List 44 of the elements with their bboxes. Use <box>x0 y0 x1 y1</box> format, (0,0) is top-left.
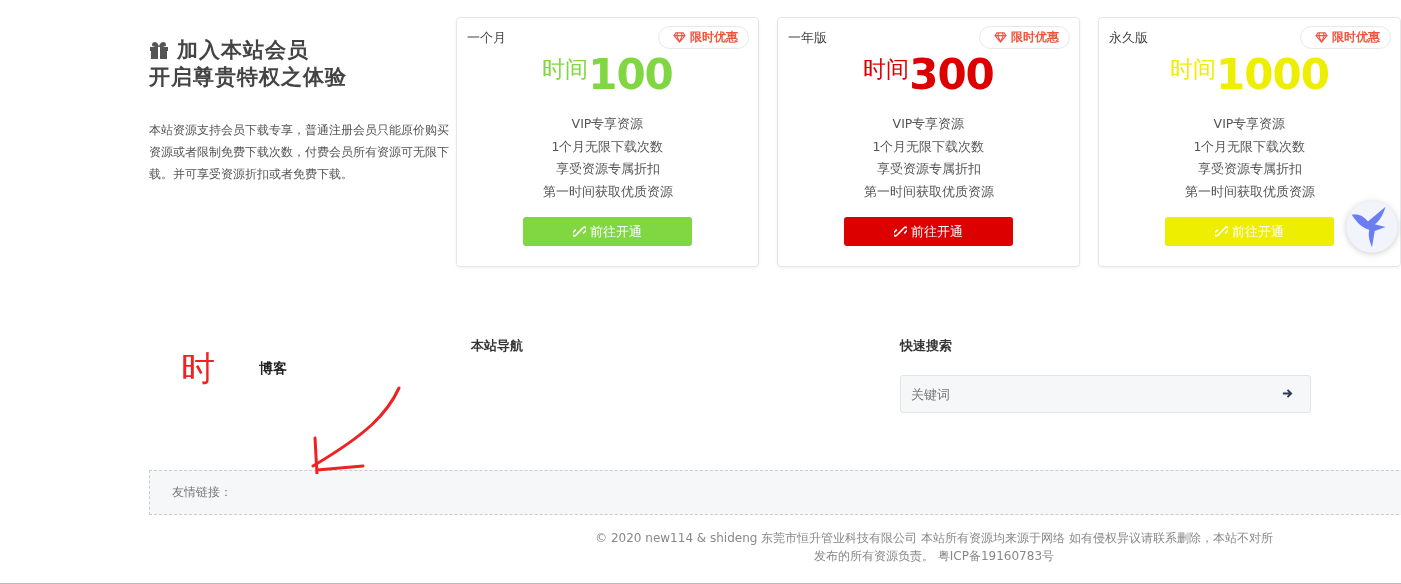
price-value: 1000 <box>1216 51 1329 99</box>
arrow-right-icon[interactable] <box>1282 388 1293 399</box>
feature-text: 第一时间获取优质资源 <box>542 182 673 201</box>
feature-text: 1个月无限下载次数 <box>871 137 986 156</box>
price-value: 300 <box>909 51 994 99</box>
search-field[interactable]: 关键词 <box>900 375 1311 413</box>
logo-mark: 时 <box>181 347 215 390</box>
intro-title: 加入本站会员 <box>177 37 310 64</box>
search-title: 快速搜索 <box>900 338 953 355</box>
diamond-icon <box>994 32 1007 43</box>
nav-title: 本站导航 <box>471 338 524 355</box>
feature-text: VIP专享资源 <box>891 115 966 133</box>
price-label: 时间 <box>863 55 910 84</box>
feature-text: VIP专享资源 <box>570 115 645 133</box>
bird-app-icon[interactable] <box>1345 200 1399 254</box>
intro-title: 开启尊贵特权之体验 <box>149 64 347 91</box>
feature-text: 享受资源专属折扣 <box>554 160 661 178</box>
link-icon <box>1215 225 1228 238</box>
subscribe-button[interactable]: 前往开通 <box>844 217 1013 246</box>
price-label: 时间 <box>542 55 589 84</box>
feature-text: 享受资源专属折扣 <box>875 160 982 178</box>
feature-text: 享受资源专属折扣 <box>1196 160 1303 178</box>
links-label: 友情链接： <box>172 484 232 501</box>
copyright-text: © 2020 new114 & shideng 东莞市恒升管业科技有限公司 本站所有资源均来源于网络 如有侵权异议请联系删除，本站不对所 <box>594 530 1274 547</box>
plan-name: 一个月 <box>467 28 506 47</box>
link-icon <box>573 225 586 238</box>
diamond-icon <box>1315 32 1328 43</box>
plan-name: 永久版 <box>1109 28 1148 47</box>
subscribe-button[interactable]: 前往开通 <box>1165 217 1334 246</box>
feature-text: 第一时间获取优质资源 <box>1184 182 1315 201</box>
gift-icon <box>149 41 169 59</box>
feature-text: 1个月无限下载次数 <box>550 137 665 156</box>
feature-text: 第一时间获取优质资源 <box>863 182 994 201</box>
subscribe-button[interactable]: 前往开通 <box>523 217 692 246</box>
price-label: 时间 <box>1170 55 1217 84</box>
copyright-text: 发布的所有资源负责。 粤ICP备19160783号 <box>812 548 1055 565</box>
logo-text: 博客 <box>259 360 287 378</box>
feature-text: 1个月无限下载次数 <box>1192 137 1307 156</box>
diamond-icon <box>673 32 686 43</box>
plan-name: 一年版 <box>788 28 827 47</box>
price-value: 100 <box>588 51 673 99</box>
intro-description: 本站资源支持会员下载专享，普通注册会员只能原价购买资源或者限制免费下载次数，付费会员所有资源可无限下载。并可享受资源折扣或者免费下载。 <box>149 122 449 183</box>
feature-text: VIP专享资源 <box>1212 115 1287 133</box>
link-icon <box>894 225 907 238</box>
